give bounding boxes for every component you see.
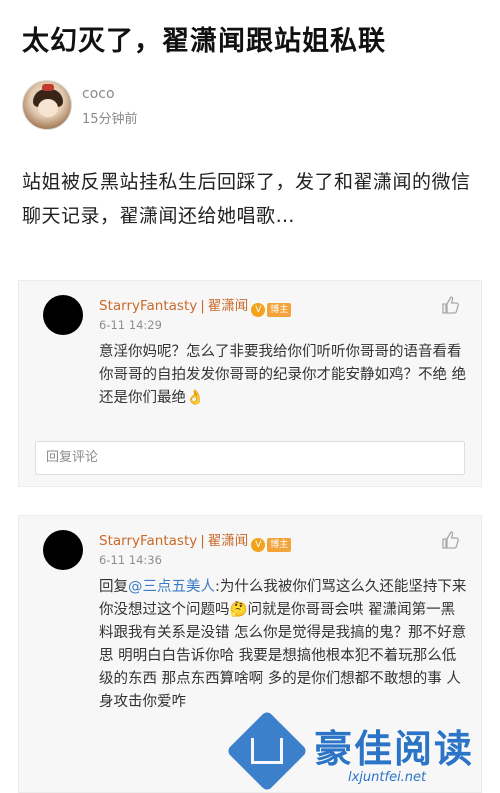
watermark-brand: 豪佳阅读	[314, 726, 475, 771]
comment-text: 回复@三点五美人:为什么我被你们骂这么久还能坚持下来 你没想过这个问题吗🤔问就是…	[99, 576, 469, 714]
watermark-url: lxjuntfei.net	[348, 770, 427, 785]
comment-time: 6-11 14:29	[99, 318, 162, 332]
author-block[interactable]: coco 15分钟前	[22, 80, 322, 130]
watermark: 豪佳阅读 lxjuntfei.net	[225, 708, 500, 793]
article-title: 太幻灭了，翟潇闻跟站姐私联	[22, 26, 386, 57]
comment-header: StarryFantasty | 翟潇闻 V 博主	[99, 529, 419, 552]
verified-badge-icon: V	[251, 303, 266, 317]
verified-badge-icon: V	[251, 538, 266, 552]
author-name[interactable]: coco	[82, 86, 115, 102]
author-avatar[interactable]	[22, 80, 72, 130]
commenter-avatar[interactable]	[43, 295, 83, 335]
commenter-tag[interactable]: 翟潇闻	[208, 533, 249, 549]
blogger-badge: 博主	[267, 538, 292, 552]
comment-text: 意淫你妈呢？怎么了非要我给你们听听你哥哥的语音看看你哥哥的自拍发发你哥哥的纪录你…	[99, 344, 467, 406]
comment-body: :为什么我被你们骂这么久还能坚持下来 你没想过这个问题吗🤔问就是你哥哥会哄 翟潇…	[99, 579, 467, 710]
commenter-username[interactable]: StarryFantasty	[99, 298, 197, 314]
mention-link[interactable]: @三点五美人	[128, 579, 215, 595]
comment-card: StarryFantasty | 翟潇闻 V 博主 6-11 14:29 意淫你妈呢？怎…	[18, 280, 482, 487]
separator: |	[200, 533, 205, 549]
blogger-badge: 博主	[267, 303, 292, 317]
commenter-tag[interactable]: 翟潇闻	[208, 298, 249, 314]
article-body: 站姐被反黑站挂私生后回踩了，发了和翟潇闻的微信聊天记录，翟潇闻还给她唱歌…	[22, 171, 471, 227]
commenter-username[interactable]: StarryFantasty	[99, 533, 197, 549]
post-time: 15分钟前	[82, 112, 138, 127]
separator: |	[200, 298, 205, 314]
reply-prefix: 回复	[99, 579, 128, 595]
commenter-avatar[interactable]	[43, 530, 83, 570]
thumbs-up-icon[interactable]	[441, 530, 463, 552]
reply-comment-input[interactable]: 回复评论	[35, 441, 465, 475]
thumbs-up-icon[interactable]	[441, 295, 463, 317]
comment-header: StarryFantasty | 翟潇闻 V 博主	[99, 294, 419, 317]
comment-time: 6-11 14:36	[99, 553, 162, 567]
